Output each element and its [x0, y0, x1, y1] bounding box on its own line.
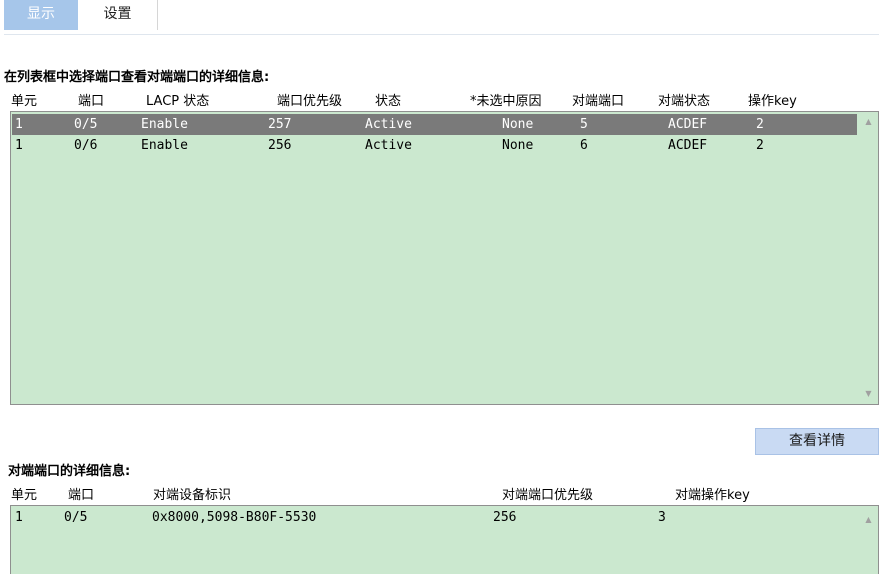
row-unit: 1: [15, 138, 23, 153]
column-header-unselected-reason: *未选中原因: [470, 94, 542, 109]
peer-detail-row[interactable]: 1 0/5 0x8000,5098-B80F-5530 256 3: [12, 507, 857, 528]
row-unselected-reason: None: [502, 138, 534, 153]
row-peer-port-priority: 256: [493, 510, 517, 525]
peer-details-title: 对端端口的详细信息:: [8, 464, 131, 479]
row-unit: 1: [15, 510, 23, 525]
column-header-peer-operation-key: 对端操作key: [675, 488, 750, 503]
row-lacp-state: Enable: [141, 117, 188, 132]
port-listbox[interactable]: 1 0/5 Enable 257 Active None 5 ACDEF 2 1…: [10, 111, 879, 405]
row-port: 0/5: [64, 510, 88, 525]
port-row[interactable]: 1 0/6 Enable 256 Active None 6 ACDEF 2: [12, 135, 857, 156]
column-header-lacp-state: LACP 状态: [146, 94, 210, 109]
row-status: Active: [365, 117, 412, 132]
row-unselected-reason: None: [502, 117, 534, 132]
row-peer-operation-key: 3: [658, 510, 666, 525]
column-header-peer-state: 对端状态: [658, 94, 711, 109]
row-port-priority: 257: [268, 117, 292, 132]
port-list-title: 在列表框中选择端口查看对端端口的详细信息:: [4, 70, 270, 85]
row-port: 0/5: [74, 117, 98, 132]
column-header-port: 端口: [68, 488, 95, 503]
column-header-unit: 单元: [11, 488, 38, 503]
tab-display[interactable]: 显示: [4, 0, 78, 30]
vertical-scrollbar[interactable]: ▲: [859, 506, 878, 574]
row-peer-port: 6: [580, 138, 588, 153]
column-header-status: 状态: [375, 94, 402, 109]
column-header-operation-key: 操作key: [748, 94, 797, 109]
tab-bar: 显示 设置: [0, 0, 879, 30]
column-header-peer-port: 对端端口: [572, 94, 625, 109]
vertical-scrollbar[interactable]: ▲ ▼: [859, 112, 878, 404]
tab-settings[interactable]: 设置: [78, 0, 158, 30]
column-header-port: 端口: [78, 94, 105, 109]
scroll-down-arrow-icon[interactable]: ▼: [859, 386, 878, 402]
row-peer-device-id: 0x8000,5098-B80F-5530: [152, 510, 317, 525]
row-peer-state: ACDEF: [668, 117, 708, 132]
row-port-priority: 256: [268, 138, 292, 153]
tab-divider: [4, 34, 879, 35]
column-header-port-priority: 端口优先级: [277, 94, 343, 109]
row-peer-state: ACDEF: [668, 138, 708, 153]
column-header-peer-port-priority: 对端端口优先级: [502, 488, 594, 503]
row-operation-key: 2: [756, 138, 764, 153]
scroll-up-arrow-icon[interactable]: ▲: [859, 512, 878, 528]
view-details-button[interactable]: 查看详情: [755, 428, 879, 455]
scroll-up-arrow-icon[interactable]: ▲: [859, 114, 878, 130]
row-unit: 1: [15, 117, 23, 132]
column-header-unit: 单元: [11, 94, 38, 109]
port-row[interactable]: 1 0/5 Enable 257 Active None 5 ACDEF 2: [12, 114, 857, 135]
column-header-peer-device-id: 对端设备标识: [153, 488, 232, 503]
peer-details-listbox[interactable]: 1 0/5 0x8000,5098-B80F-5530 256 3 ▲: [10, 505, 879, 574]
row-peer-port: 5: [580, 117, 588, 132]
row-operation-key: 2: [756, 117, 764, 132]
row-status: Active: [365, 138, 412, 153]
row-port: 0/6: [74, 138, 98, 153]
row-lacp-state: Enable: [141, 138, 188, 153]
